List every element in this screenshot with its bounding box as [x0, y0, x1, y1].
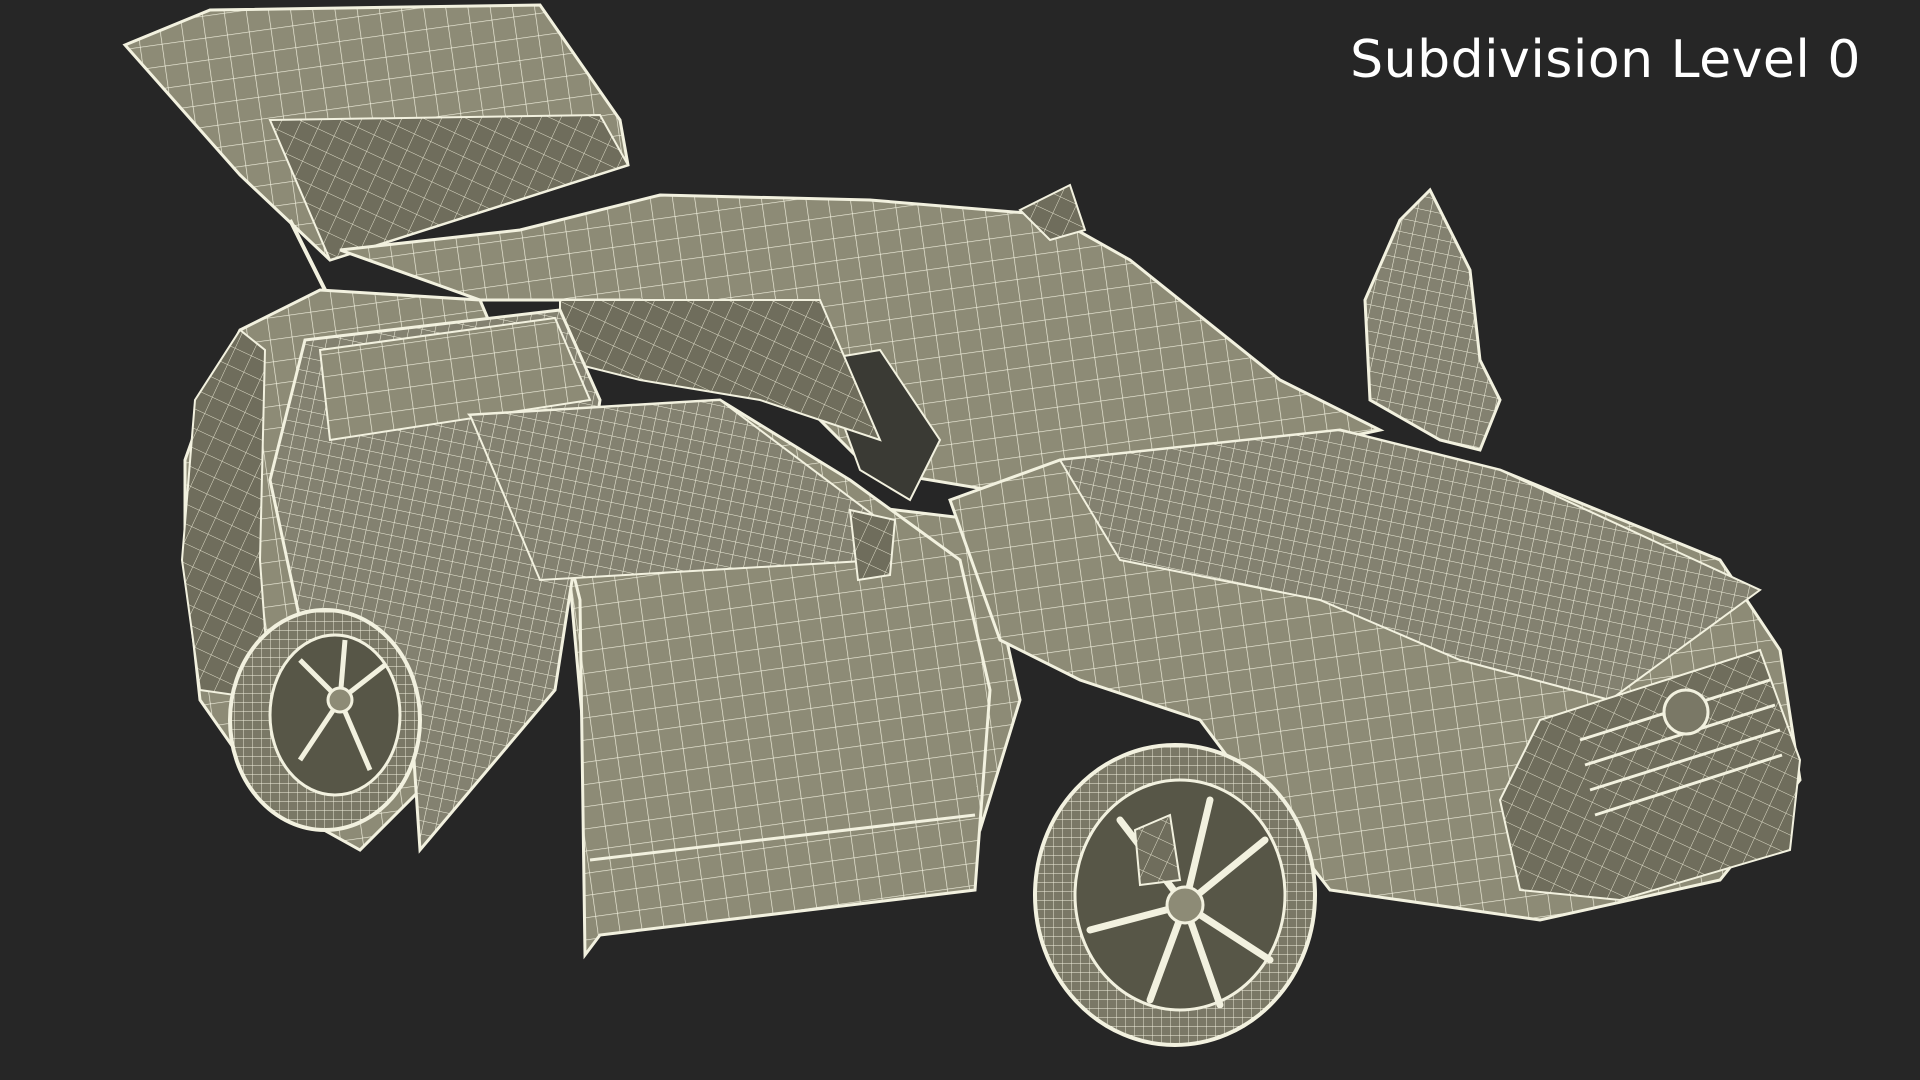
- viewport: Subdivision Level 0: [0, 0, 1920, 1080]
- front-wheel: [1033, 743, 1317, 1047]
- emblem: [1662, 688, 1710, 736]
- side-mirror: [848, 508, 897, 582]
- car-wireframe-render: [122, 3, 1802, 1047]
- subdivision-level-label: Subdivision Level 0: [1350, 30, 1861, 90]
- rear-wheel: [228, 608, 422, 832]
